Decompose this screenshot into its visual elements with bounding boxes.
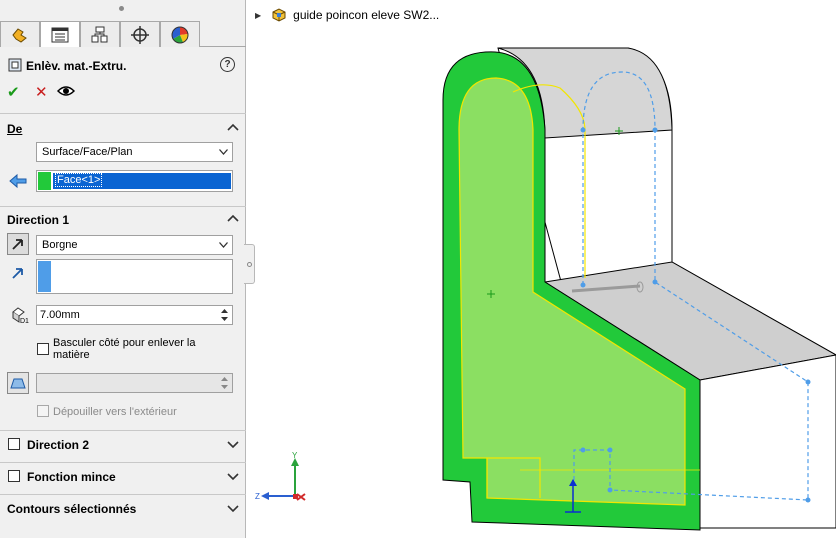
collapse-chevron-icon[interactable]	[227, 214, 239, 222]
selection-color-swatch	[38, 172, 51, 190]
property-manager-icon	[51, 27, 69, 42]
from-group-title[interactable]: De	[7, 122, 22, 136]
draft-button[interactable]	[7, 372, 29, 394]
direction2-checkbox[interactable]	[8, 438, 20, 450]
flip-direction-icon[interactable]	[7, 170, 29, 192]
reverse-direction-button[interactable]	[7, 233, 29, 255]
display-manager-icon	[171, 26, 189, 43]
feature-manager-icon	[12, 27, 27, 43]
dimxpert-icon	[131, 25, 149, 44]
depth-input[interactable]: 7.00mm	[36, 305, 233, 325]
selection-color-swatch	[38, 261, 51, 292]
svg-text:Y: Y	[292, 452, 298, 460]
dimxpert-tab[interactable]	[120, 21, 160, 47]
manager-tabs	[0, 21, 246, 47]
expand-chevron-icon[interactable]	[227, 473, 239, 481]
extruded-cut-icon	[8, 58, 22, 72]
expand-chevron-icon[interactable]	[227, 505, 239, 513]
thin-feature-group-title[interactable]: Fonction mince	[27, 470, 116, 484]
draft-angle-spinner[interactable]	[217, 375, 231, 391]
svg-text:D1: D1	[20, 318, 29, 325]
selected-contours-group-title[interactable]: Contours sélectionnés	[7, 502, 136, 516]
start-condition-value: Surface/Face/Plan	[42, 146, 133, 158]
svg-text:Z: Z	[255, 492, 260, 501]
direction-vector-icon	[7, 262, 29, 284]
orientation-triad: Y Z	[255, 452, 306, 501]
configuration-manager-icon	[91, 26, 108, 42]
chevron-down-icon	[219, 242, 228, 248]
cancel-button[interactable]: ✕	[35, 83, 48, 101]
display-manager-tab[interactable]	[160, 21, 200, 47]
chevron-down-icon	[219, 149, 228, 155]
graphics-area[interactable]: ▶ guide poincon eleve SW2... Y Z	[247, 0, 836, 538]
panel-splitter-handle[interactable]	[244, 244, 255, 284]
end-condition-select[interactable]: Borgne	[36, 235, 233, 255]
direction1-group-title[interactable]: Direction 1	[7, 213, 69, 227]
expand-chevron-icon[interactable]	[227, 441, 239, 449]
draft-outward-label: Dépouiller vers l'extérieur	[53, 406, 177, 418]
feature-title: Enlèv. mat.-Extru.	[26, 59, 127, 73]
direction-selection-box[interactable]	[36, 259, 233, 294]
depth-spinner[interactable]	[217, 307, 231, 323]
configuration-manager-tab[interactable]	[80, 21, 120, 47]
depth-icon: D1	[9, 304, 31, 326]
end-condition-value: Borgne	[42, 239, 78, 251]
draft-outward-checkbox[interactable]	[37, 405, 49, 417]
ok-button[interactable]: ✔	[7, 83, 20, 101]
draft-angle-input[interactable]	[36, 373, 233, 393]
help-icon[interactable]: ?	[220, 57, 235, 72]
feature-header: Enlèv. mat.-Extru. ? ✔ ✕	[0, 52, 246, 108]
panel-grip[interactable]	[0, 0, 246, 20]
property-manager-panel: Enlèv. mat.-Extru. ? ✔ ✕ De Surface/Face…	[0, 0, 246, 538]
selected-face-item[interactable]: Face<1>	[53, 173, 231, 189]
thin-feature-checkbox[interactable]	[8, 470, 20, 482]
start-condition-select[interactable]: Surface/Face/Plan	[36, 142, 233, 162]
flip-side-label: Basculer côté pour enlever la matière	[53, 337, 196, 361]
flip-side-checkbox[interactable]	[37, 343, 49, 355]
preview-eye-icon[interactable]	[57, 85, 75, 97]
property-manager-tab[interactable]	[40, 21, 80, 47]
part-model[interactable]	[247, 0, 836, 538]
collapse-chevron-icon[interactable]	[227, 123, 239, 131]
direction2-group-title[interactable]: Direction 2	[27, 438, 89, 452]
feature-manager-tab[interactable]	[0, 21, 40, 47]
from-face-selection-box[interactable]: Face<1>	[36, 170, 233, 192]
